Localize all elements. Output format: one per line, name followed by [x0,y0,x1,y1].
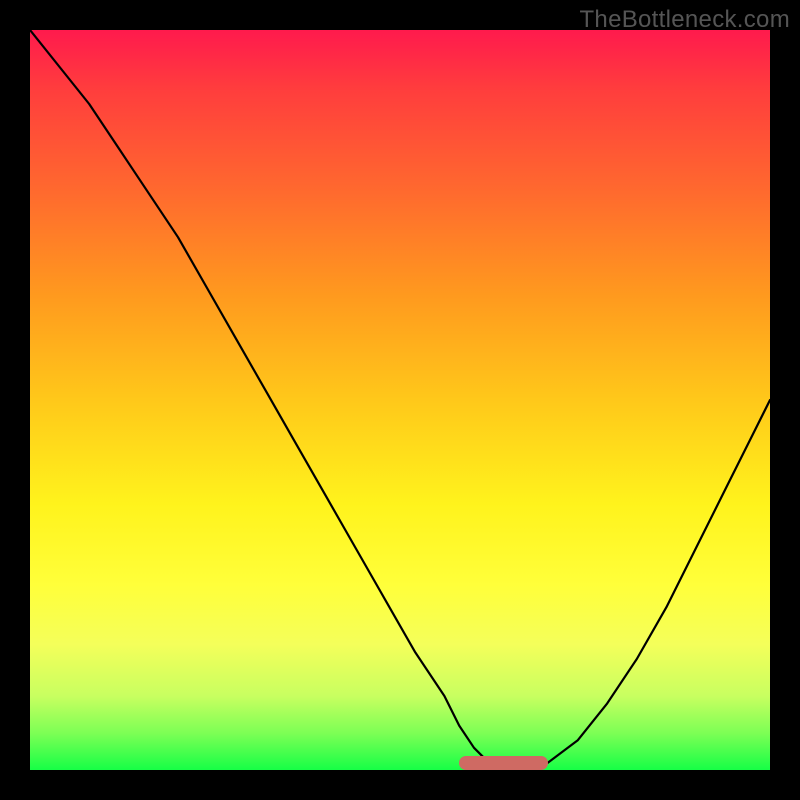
bottleneck-curve [30,30,770,770]
trough-highlight [459,756,548,770]
chart-frame: TheBottleneck.com [0,0,800,800]
watermark-text: TheBottleneck.com [579,6,790,34]
plot-area [30,30,770,770]
